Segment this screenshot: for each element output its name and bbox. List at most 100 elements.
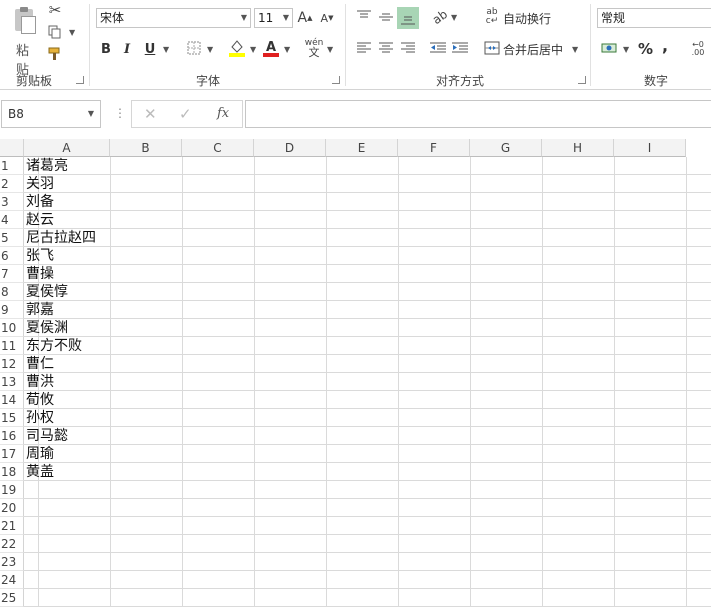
font-launcher-icon[interactable] — [332, 76, 340, 84]
merge-center-icon[interactable] — [483, 40, 501, 56]
name-box[interactable]: B8 ▼ — [1, 100, 101, 128]
decrease-indent-icon[interactable] — [429, 40, 447, 56]
row-header-22[interactable]: 22 — [0, 535, 24, 553]
column-header-b[interactable]: B — [110, 139, 182, 157]
cell-a8[interactable]: 夏侯惇 — [26, 283, 68, 301]
cell-a12[interactable]: 曹仁 — [26, 355, 54, 373]
row-header-18[interactable]: 18 — [0, 463, 24, 481]
fill-color-dropdown-icon[interactable]: ▼ — [250, 45, 256, 54]
alignment-launcher-icon[interactable] — [578, 76, 586, 84]
align-bottom-icon[interactable] — [397, 7, 419, 29]
formula-input[interactable] — [245, 100, 711, 128]
wrap-text-icon[interactable]: ab c↵ — [484, 7, 500, 27]
insert-function-icon[interactable]: fx — [217, 106, 229, 121]
font-color-icon[interactable]: A — [262, 38, 280, 58]
increase-indent-icon[interactable] — [451, 40, 469, 56]
cell-a14[interactable]: 荀攸 — [26, 391, 54, 409]
phonetic-dropdown-icon[interactable]: ▼ — [327, 45, 333, 54]
number-format-combo[interactable]: 常规 — [597, 8, 711, 28]
align-left-icon[interactable] — [355, 40, 373, 56]
row-header-25[interactable]: 25 — [0, 589, 24, 607]
merge-dropdown-icon[interactable]: ▼ — [572, 45, 578, 54]
worksheet-grid[interactable]: ABCDEFGHI 1 2 3 4 5 6 7 8 9 10 11 12 13 14 15 16 17 18 19 2… — [0, 139, 711, 607]
cell-a15[interactable]: 孙权 — [26, 409, 54, 427]
font-size-combo[interactable]: 11 ▼ — [254, 8, 293, 28]
font-name-combo[interactable]: 宋体 ▼ — [96, 8, 251, 28]
row-header-23[interactable]: 23 — [0, 553, 24, 571]
row-header-14[interactable]: 14 — [0, 391, 24, 409]
wrap-text-button[interactable]: 自动换行 — [503, 10, 551, 27]
accounting-format-icon[interactable] — [600, 40, 620, 56]
cell-a4[interactable]: 赵云 — [26, 211, 54, 229]
row-header-16[interactable]: 16 — [0, 427, 24, 445]
column-header-g[interactable]: G — [470, 139, 542, 157]
italic-button[interactable]: I — [118, 39, 136, 59]
clipboard-launcher-icon[interactable] — [76, 76, 84, 84]
more-dots-icon[interactable]: ⋮ — [114, 106, 126, 120]
column-header-h[interactable]: H — [542, 139, 614, 157]
cell-a11[interactable]: 东方不败 — [26, 337, 82, 355]
column-header-f[interactable]: F — [398, 139, 470, 157]
cancel-icon[interactable]: ✕ — [144, 105, 157, 123]
paste-button[interactable]: 粘贴 — [6, 3, 40, 78]
row-header-3[interactable]: 3 — [0, 193, 24, 211]
cell-a6[interactable]: 张飞 — [26, 247, 54, 265]
underline-dropdown-icon[interactable]: ▼ — [163, 45, 169, 54]
row-header-19[interactable]: 19 — [0, 481, 24, 499]
row-header-10[interactable]: 10 — [0, 319, 24, 337]
cell-a9[interactable]: 郭嘉 — [26, 301, 54, 319]
cell-a1[interactable]: 诸葛亮 — [26, 157, 68, 175]
row-header-12[interactable]: 12 — [0, 355, 24, 373]
increase-decimal-icon[interactable]: ←0.00 — [688, 40, 708, 58]
grow-font-icon[interactable]: A ▲ — [297, 8, 313, 28]
fill-color-icon[interactable] — [228, 38, 246, 58]
row-header-5[interactable]: 5 — [0, 229, 24, 247]
comma-button[interactable]: , — [662, 36, 668, 55]
shrink-font-icon[interactable]: A ▼ — [319, 8, 335, 28]
align-top-icon[interactable] — [355, 8, 373, 26]
row-header-15[interactable]: 15 — [0, 409, 24, 427]
row-header-9[interactable]: 9 — [0, 301, 24, 319]
column-header-c[interactable]: C — [182, 139, 254, 157]
row-header-17[interactable]: 17 — [0, 445, 24, 463]
cut-icon[interactable]: ✂ — [46, 1, 64, 19]
chevron-down-icon[interactable]: ▼ — [88, 101, 94, 127]
bold-button[interactable]: B — [97, 39, 115, 59]
row-header-2[interactable]: 2 — [0, 175, 24, 193]
cell-a17[interactable]: 周瑜 — [26, 445, 54, 463]
underline-button[interactable]: U — [141, 39, 159, 59]
cell-area[interactable] — [24, 157, 711, 607]
select-all-corner[interactable] — [0, 139, 24, 157]
border-dropdown-icon[interactable]: ▼ — [207, 45, 213, 54]
row-header-24[interactable]: 24 — [0, 571, 24, 589]
row-header-11[interactable]: 11 — [0, 337, 24, 355]
row-header-8[interactable]: 8 — [0, 283, 24, 301]
accounting-dropdown-icon[interactable]: ▼ — [623, 45, 629, 54]
cell-a5[interactable]: 尼古拉赵四 — [26, 229, 96, 247]
align-center-icon[interactable] — [377, 40, 395, 56]
column-header-e[interactable]: E — [326, 139, 398, 157]
column-header-i[interactable]: I — [614, 139, 686, 157]
cell-a13[interactable]: 曹洪 — [26, 373, 54, 391]
row-header-20[interactable]: 20 — [0, 499, 24, 517]
cell-a3[interactable]: 刘备 — [26, 193, 54, 211]
copy-icon[interactable] — [46, 24, 64, 40]
orientation-dropdown-icon[interactable]: ▼ — [451, 13, 457, 22]
cell-a2[interactable]: 关羽 — [26, 175, 54, 193]
cell-a7[interactable]: 曹操 — [26, 265, 54, 283]
enter-icon[interactable]: ✓ — [179, 105, 192, 123]
row-header-1[interactable]: 1 — [0, 157, 24, 175]
phonetic-icon[interactable]: wén 文 — [305, 38, 324, 59]
row-header-21[interactable]: 21 — [0, 517, 24, 535]
format-painter-icon[interactable] — [46, 46, 64, 62]
copy-dropdown-icon[interactable]: ▼ — [69, 28, 75, 37]
font-color-dropdown-icon[interactable]: ▼ — [284, 45, 290, 54]
orientation-icon[interactable]: ab — [427, 4, 452, 29]
border-icon[interactable] — [186, 40, 202, 56]
row-header-7[interactable]: 7 — [0, 265, 24, 283]
column-header-d[interactable]: D — [254, 139, 326, 157]
row-header-4[interactable]: 4 — [0, 211, 24, 229]
merge-center-button[interactable]: 合并后居中 — [503, 41, 563, 58]
cell-a18[interactable]: 黄盖 — [26, 463, 54, 481]
align-right-icon[interactable] — [399, 40, 417, 56]
